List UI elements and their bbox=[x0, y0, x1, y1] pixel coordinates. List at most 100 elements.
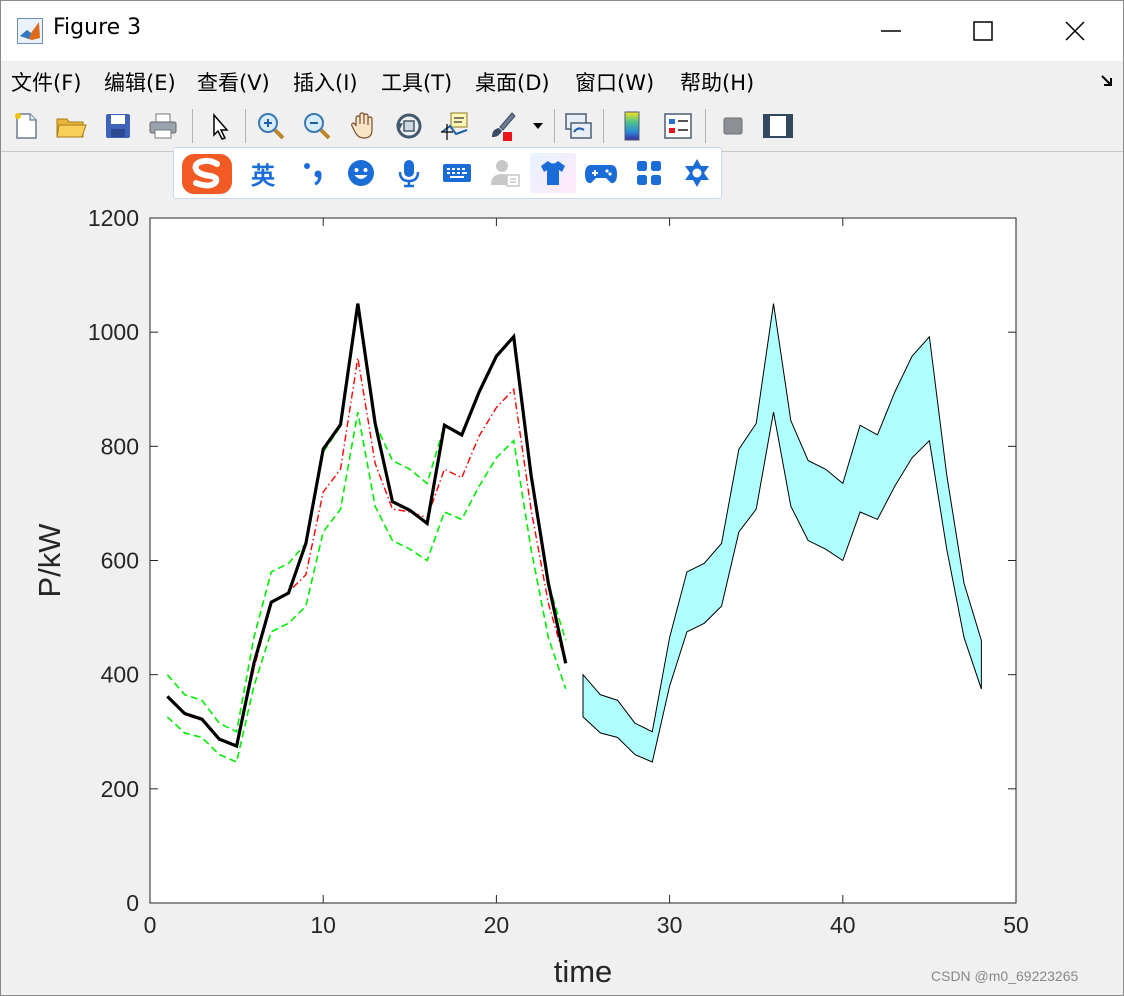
account-icon bbox=[491, 160, 520, 187]
figure-canvas-area: 0 10 20 30 40 50 0 200 400 600 800 1000 1200 time P/kW bbox=[1, 152, 1123, 995]
show-plot-tools-icon bbox=[763, 114, 793, 138]
x-tick-label: 30 bbox=[657, 912, 683, 938]
account-button[interactable] bbox=[484, 153, 526, 193]
toolbar-separator bbox=[705, 109, 706, 143]
rotate-3d-icon bbox=[396, 113, 422, 139]
skin-button[interactable] bbox=[530, 153, 576, 193]
rotate-3d-button[interactable] bbox=[390, 107, 428, 145]
link-plot-icon bbox=[565, 113, 592, 139]
menu-file[interactable]: 文件(F) bbox=[11, 67, 81, 97]
plot-canvas[interactable]: 0 10 20 30 40 50 0 200 400 600 800 1000 1200 time P/kW bbox=[1, 152, 1123, 995]
title-bar[interactable]: Figure 3 bbox=[1, 1, 1123, 61]
skin-icon bbox=[541, 161, 565, 185]
dock-arrow-icon[interactable] bbox=[1099, 73, 1115, 89]
soft-keyboard-button[interactable] bbox=[436, 153, 478, 193]
pan-hand-icon bbox=[351, 112, 373, 139]
menu-insert[interactable]: 插入(I) bbox=[293, 67, 358, 97]
zoom-out-button[interactable] bbox=[298, 107, 336, 145]
figure-toolbar bbox=[1, 101, 1123, 152]
y-tick-label: 0 bbox=[126, 890, 139, 916]
zoom-out-icon bbox=[304, 113, 331, 140]
toolbox-icon bbox=[685, 159, 709, 187]
menu-tools[interactable]: 工具(T) bbox=[381, 67, 452, 97]
menu-bar: 文件(F) 编辑(E) 查看(V) 插入(I) 工具(T) 桌面(D) 窗口(W… bbox=[1, 61, 1123, 101]
hide-plot-tools-icon bbox=[723, 117, 743, 135]
game-button[interactable] bbox=[580, 153, 622, 193]
x-tick-label: 40 bbox=[830, 912, 856, 938]
menu-edit[interactable]: 编辑(E) bbox=[104, 67, 176, 97]
emoji-button[interactable] bbox=[340, 153, 382, 193]
toolbar-separator bbox=[192, 109, 193, 143]
y-tick-label: 1200 bbox=[88, 205, 139, 231]
punctuation-button[interactable] bbox=[292, 153, 334, 193]
y-tick-label: 800 bbox=[101, 433, 139, 459]
y-tick-label: 200 bbox=[101, 776, 139, 802]
sogou-logo-icon bbox=[182, 154, 232, 194]
keyboard-icon bbox=[443, 164, 471, 182]
toolbar-separator bbox=[603, 109, 604, 143]
y-tick-label: 600 bbox=[101, 548, 139, 574]
apps-icon bbox=[637, 161, 661, 185]
show-plot-tools-button[interactable] bbox=[759, 107, 797, 145]
window-title: Figure 3 bbox=[53, 15, 142, 40]
colorbar-icon bbox=[624, 111, 640, 141]
watermark: CSDN @m0_69223265 bbox=[931, 968, 1079, 984]
menu-window[interactable]: 窗口(W) bbox=[575, 67, 654, 97]
new-figure-button[interactable] bbox=[7, 107, 45, 145]
x-tick-label: 50 bbox=[1003, 912, 1029, 938]
data-cursor-button[interactable] bbox=[436, 107, 474, 145]
toolbar-separator bbox=[245, 109, 246, 143]
menu-desktop[interactable]: 桌面(D) bbox=[475, 67, 550, 97]
close-button[interactable] bbox=[1029, 1, 1121, 61]
ime-lang-label: 英 bbox=[251, 161, 275, 190]
open-icon bbox=[56, 118, 87, 138]
hide-plot-tools-button[interactable] bbox=[714, 107, 752, 145]
y-axis-label: P/kW bbox=[32, 523, 67, 598]
pointer-icon bbox=[213, 112, 229, 140]
ime-lang-button[interactable]: 英 bbox=[242, 153, 284, 193]
colorbar-button[interactable] bbox=[613, 107, 651, 145]
menu-help[interactable]: 帮助(H) bbox=[680, 67, 754, 97]
maximize-icon bbox=[973, 21, 993, 41]
y-tick-label: 400 bbox=[101, 662, 139, 688]
emoji-icon bbox=[348, 160, 374, 186]
brush-dropdown-button[interactable] bbox=[528, 107, 548, 145]
figure-window: Figure 3 文件(F) 编辑(E) 查看(V) 插入(I) 工具(T) 桌… bbox=[0, 0, 1124, 996]
save-button[interactable] bbox=[99, 107, 137, 145]
zoom-in-button[interactable] bbox=[252, 107, 290, 145]
legend-icon bbox=[664, 113, 692, 139]
legend-button[interactable] bbox=[659, 107, 697, 145]
brush-icon bbox=[492, 112, 516, 141]
x-tick-label: 20 bbox=[484, 912, 510, 938]
sogou-logo-button[interactable] bbox=[178, 153, 236, 194]
x-tick-label: 10 bbox=[310, 912, 336, 938]
toolbar-separator bbox=[554, 109, 555, 143]
minimize-icon bbox=[881, 30, 901, 32]
x-axis-label: time bbox=[554, 954, 613, 989]
link-plot-button[interactable] bbox=[559, 107, 597, 145]
new-figure-icon bbox=[15, 113, 37, 139]
print-button[interactable] bbox=[144, 107, 182, 145]
ime-toolbar: 英 bbox=[173, 147, 722, 199]
pointer-button[interactable] bbox=[200, 107, 238, 145]
matlab-logo-icon bbox=[17, 18, 43, 44]
punctuation-icon bbox=[304, 163, 322, 186]
minimize-button[interactable] bbox=[845, 1, 937, 61]
y-tick-label: 1000 bbox=[88, 319, 139, 345]
open-button[interactable] bbox=[52, 107, 90, 145]
save-icon bbox=[106, 114, 130, 138]
menu-view[interactable]: 查看(V) bbox=[197, 67, 270, 97]
brush-button[interactable] bbox=[483, 107, 521, 145]
voice-input-button[interactable] bbox=[388, 153, 430, 193]
zoom-in-icon bbox=[258, 113, 285, 140]
toolbox-button[interactable] bbox=[676, 153, 718, 193]
data-cursor-icon bbox=[441, 112, 468, 140]
close-icon bbox=[1065, 21, 1085, 41]
pan-button[interactable] bbox=[344, 107, 382, 145]
x-tick-label: 0 bbox=[144, 912, 157, 938]
game-icon bbox=[585, 165, 617, 184]
apps-button[interactable] bbox=[628, 153, 670, 193]
print-icon bbox=[149, 113, 177, 139]
maximize-button[interactable] bbox=[937, 1, 1029, 61]
brush-dropdown-icon bbox=[533, 123, 543, 129]
